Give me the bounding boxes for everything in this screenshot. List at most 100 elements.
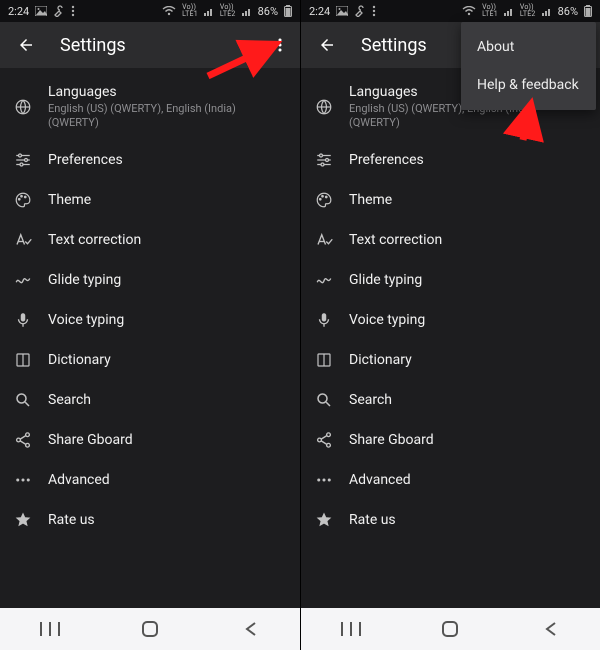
phone-right: 2:24 Vo))LTE1 Vo))LTE2: [300, 0, 600, 650]
signal-lte1: Vo))LTE1: [182, 4, 198, 18]
battery-icon: [584, 5, 592, 17]
row-label: Advanced: [349, 472, 586, 488]
row-glide-typing[interactable]: Glide typing: [301, 260, 600, 300]
row-text-correction[interactable]: Text correction: [0, 220, 300, 260]
row-search[interactable]: Search: [301, 380, 600, 420]
row-theme[interactable]: Theme: [301, 180, 600, 220]
nav-recents-button[interactable]: [30, 614, 70, 644]
row-label: Text correction: [349, 232, 586, 248]
row-rate-us[interactable]: Rate us: [0, 500, 300, 540]
row-glide-typing[interactable]: Glide typing: [0, 260, 300, 300]
mic-icon: [14, 311, 48, 329]
sliders-icon: [315, 151, 349, 169]
phone-left: 2:24 Vo))LTE1 Vo))LTE2: [0, 0, 300, 650]
ellipsis-icon: [315, 471, 349, 489]
search-icon: [14, 391, 48, 409]
book-icon: [14, 351, 48, 369]
row-label: Dictionary: [349, 352, 586, 368]
nav-recents-button[interactable]: [331, 614, 371, 644]
row-preferences[interactable]: Preferences: [0, 140, 300, 180]
row-share-gboard[interactable]: Share Gboard: [0, 420, 300, 460]
palette-icon: [315, 191, 349, 209]
globe-icon: [315, 98, 349, 116]
star-icon: [14, 511, 48, 529]
status-battery-pct: 86%: [558, 5, 578, 18]
row-label: Rate us: [349, 512, 586, 528]
tool-icon: [53, 5, 65, 17]
row-label: Preferences: [48, 152, 286, 168]
settings-list: Languages English (US) (QWERTY), English…: [301, 68, 600, 608]
mic-icon: [315, 311, 349, 329]
status-battery-pct: 86%: [258, 5, 278, 18]
back-button[interactable]: [313, 31, 341, 59]
text-correction-icon: [315, 231, 349, 249]
row-advanced[interactable]: Advanced: [0, 460, 300, 500]
row-dictionary[interactable]: Dictionary: [0, 340, 300, 380]
signal-lte2: Vo))LTE2: [220, 4, 236, 18]
status-time: 2:24: [8, 5, 29, 18]
signal-lte2: Vo))LTE2: [520, 4, 536, 18]
overflow-popup: About Help & feedback: [461, 22, 596, 110]
row-theme[interactable]: Theme: [0, 180, 300, 220]
row-label: Share Gboard: [48, 432, 286, 448]
row-preferences[interactable]: Preferences: [301, 140, 600, 180]
signal-bars-icon: [204, 6, 214, 16]
ellipsis-icon: [14, 471, 48, 489]
app-bar: Settings: [0, 22, 300, 68]
star-icon: [315, 511, 349, 529]
row-label: Dictionary: [48, 352, 286, 368]
status-bar: 2:24 Vo))LTE1 Vo))LTE2: [301, 0, 600, 22]
sliders-icon: [14, 151, 48, 169]
wifi-icon: [462, 6, 476, 16]
overflow-menu-button[interactable]: [266, 31, 294, 59]
row-sublabel: English (US) (QWERTY), English (India) (…: [48, 102, 286, 130]
nav-bar: [0, 608, 300, 650]
popup-item-help-feedback[interactable]: Help & feedback: [461, 66, 596, 104]
row-voice-typing[interactable]: Voice typing: [0, 300, 300, 340]
row-label: Glide typing: [48, 272, 286, 288]
nav-home-button[interactable]: [130, 614, 170, 644]
row-search[interactable]: Search: [0, 380, 300, 420]
back-button[interactable]: [12, 31, 40, 59]
popup-item-about[interactable]: About: [461, 28, 596, 66]
gesture-icon: [315, 271, 349, 289]
battery-icon: [284, 5, 292, 17]
overflow-dots-icon: [71, 5, 75, 17]
picture-icon: [35, 6, 47, 16]
share-icon: [315, 431, 349, 449]
globe-icon: [14, 98, 48, 116]
signal-lte1: Vo))LTE1: [482, 4, 498, 18]
row-voice-typing[interactable]: Voice typing: [301, 300, 600, 340]
tool-icon: [354, 5, 366, 17]
row-label: Glide typing: [349, 272, 586, 288]
settings-list: Languages English (US) (QWERTY), English…: [0, 68, 300, 608]
row-dictionary[interactable]: Dictionary: [301, 340, 600, 380]
row-label: Preferences: [349, 152, 586, 168]
row-label: Languages: [48, 84, 286, 100]
row-label: Search: [48, 392, 286, 408]
nav-back-button[interactable]: [230, 614, 270, 644]
book-icon: [315, 351, 349, 369]
row-label: Advanced: [48, 472, 286, 488]
status-bar: 2:24 Vo))LTE1 Vo))LTE2: [0, 0, 300, 22]
row-label: Voice typing: [349, 312, 586, 328]
nav-home-button[interactable]: [430, 614, 470, 644]
row-advanced[interactable]: Advanced: [301, 460, 600, 500]
share-icon: [14, 431, 48, 449]
row-label: Share Gboard: [349, 432, 586, 448]
row-text-correction[interactable]: Text correction: [301, 220, 600, 260]
row-languages[interactable]: Languages English (US) (QWERTY), English…: [0, 74, 300, 140]
row-label: Theme: [349, 192, 586, 208]
wifi-icon: [162, 6, 176, 16]
text-correction-icon: [14, 231, 48, 249]
nav-back-button[interactable]: [530, 614, 570, 644]
row-label: Search: [349, 392, 586, 408]
page-title: Settings: [60, 35, 266, 56]
palette-icon: [14, 191, 48, 209]
signal-bars-icon: [504, 6, 514, 16]
row-rate-us[interactable]: Rate us: [301, 500, 600, 540]
nav-bar: [301, 608, 600, 650]
row-share-gboard[interactable]: Share Gboard: [301, 420, 600, 460]
signal-bars-icon: [242, 6, 252, 16]
search-icon: [315, 391, 349, 409]
